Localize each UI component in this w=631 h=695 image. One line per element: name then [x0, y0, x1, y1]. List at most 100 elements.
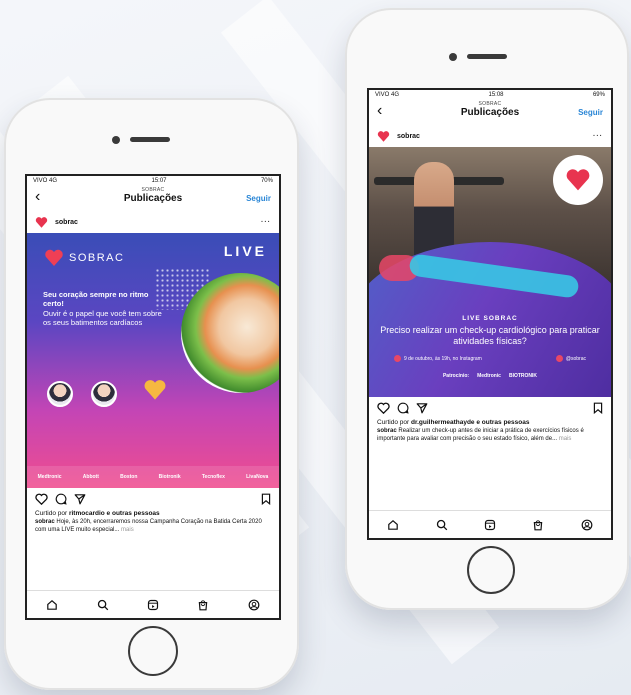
search-icon[interactable]: [436, 519, 448, 531]
liked-by-prefix: Curtido por: [35, 510, 68, 517]
bottom-tab-bar: [369, 510, 611, 538]
sponsor-logo: Medtronic: [477, 373, 501, 379]
right-screen: VIVO 4G 15:08 69% ‹ SOBRAC Publicações S…: [367, 88, 613, 540]
speaker-avatar: [91, 381, 117, 407]
liked-by-suffix[interactable]: e outras pessoas: [476, 419, 529, 426]
caption-more-link[interactable]: mais: [121, 527, 134, 533]
caption-text: Hoje, às 20h, encerraremos nossa Campanh…: [35, 519, 262, 533]
sobrac-badge: [553, 155, 603, 205]
shop-icon[interactable]: [532, 519, 544, 531]
account-name[interactable]: sobrac: [55, 219, 78, 226]
heart-logo-icon: [45, 249, 63, 266]
save-icon[interactable]: [593, 402, 603, 414]
follow-button[interactable]: Seguir: [578, 108, 603, 117]
post-author-row: sobrac ···: [27, 211, 279, 233]
live-label: LIVE SOBRAC: [462, 315, 518, 322]
instagram-icon: [394, 355, 401, 362]
headline-body: Ouvir é o papel que você tem sobre os se…: [43, 308, 162, 328]
profile-icon[interactable]: [248, 599, 260, 611]
speaker-grille: [467, 54, 507, 59]
like-icon[interactable]: [35, 493, 48, 505]
carrier-label: VIVO 4G: [375, 92, 400, 98]
heart-logo-icon[interactable]: [35, 216, 48, 229]
page-title: Publicações: [123, 193, 183, 204]
status-bar: VIVO 4G 15:07 70%: [27, 176, 279, 185]
shop-icon[interactable]: [197, 599, 209, 611]
caption-text: Realizar um check-up antes de iniciar a …: [377, 428, 584, 442]
reels-icon[interactable]: [147, 599, 159, 611]
back-icon[interactable]: ‹: [35, 189, 40, 205]
follow-button[interactable]: Seguir: [246, 194, 271, 203]
post-image[interactable]: SOBRAC LIVE Seu coração sempre no ritmo …: [27, 233, 279, 488]
save-icon[interactable]: [261, 493, 271, 505]
liked-by-user[interactable]: dr.guilhermeathayde: [411, 419, 475, 426]
header-subtitle: SOBRAC: [478, 101, 502, 107]
liked-by-user[interactable]: ritmocardio: [69, 510, 105, 517]
post-actions: [369, 397, 611, 419]
sponsor-logo: Biotronik: [158, 474, 181, 480]
speaker-grille: [130, 137, 170, 142]
nav-header: ‹ SOBRAC Publicações Seguir: [369, 99, 611, 125]
search-icon[interactable]: [97, 599, 109, 611]
profile-icon[interactable]: [581, 519, 593, 531]
battery-label: 70%: [260, 178, 273, 184]
page-title: Publicações: [460, 107, 520, 118]
liked-by: Curtido por dr.guilhermeathayde e outras…: [369, 419, 611, 426]
nav-header: ‹ SOBRAC Publicações Seguir: [27, 185, 279, 211]
left-phone: VIVO 4G 15:07 70% ‹ SOBRAC Publicações S…: [4, 98, 299, 690]
event-handle: @sobrac: [555, 355, 586, 362]
event-date-text: 9 de outubro, às 19h, no Instagram: [404, 355, 482, 362]
caption-user[interactable]: sobrac: [377, 428, 397, 434]
sponsor-logo: Abbott: [82, 474, 99, 480]
comment-icon[interactable]: [397, 402, 409, 414]
share-icon[interactable]: [74, 493, 86, 505]
right-phone: VIVO 4G 15:08 69% ‹ SOBRAC Publicações S…: [345, 8, 629, 610]
more-icon[interactable]: ···: [261, 219, 271, 226]
left-screen: VIVO 4G 15:07 70% ‹ SOBRAC Publicações S…: [25, 174, 281, 620]
post-actions: [27, 488, 279, 510]
headline-bold: Seu coração sempre no ritmo certo!: [43, 290, 149, 309]
home-icon[interactable]: [46, 599, 58, 611]
event-date: 9 de outubro, às 19h, no Instagram: [394, 355, 482, 362]
heart-logo-icon: [566, 169, 590, 191]
carrier-label: VIVO 4G: [33, 178, 58, 184]
caption-user[interactable]: sobrac: [35, 519, 55, 525]
heart-logo-icon[interactable]: [377, 130, 390, 143]
sponsor-strip: Medtronic Abbott Boston Biotronik Tecnof…: [27, 466, 279, 488]
liked-by: Curtido por ritmocardio e outras pessoas: [27, 510, 279, 517]
share-icon[interactable]: [416, 402, 428, 414]
status-bar: VIVO 4G 15:08 69%: [369, 90, 611, 99]
battery-label: 69%: [592, 92, 605, 98]
event-handle-text: @sobrac: [565, 355, 586, 362]
home-button[interactable]: [128, 626, 178, 676]
more-icon[interactable]: ···: [593, 133, 603, 140]
caption-more-link[interactable]: mais: [559, 436, 572, 442]
post-author-row: sobrac ···: [369, 125, 611, 147]
logo-text: SOBRAC: [69, 252, 125, 264]
like-icon[interactable]: [377, 402, 390, 414]
header-subtitle: SOBRAC: [141, 187, 165, 193]
sponsor-strip: Patrocínio: Medtronic BIOTRONIK: [369, 373, 611, 379]
liked-by-suffix[interactable]: e outras pessoas: [107, 510, 160, 517]
post-caption: sobrac Realizar um check-up antes de ini…: [369, 426, 611, 444]
post-image[interactable]: LIVE SOBRAC Preciso realizar um check-up…: [369, 147, 611, 397]
front-camera: [449, 53, 457, 61]
event-meta: 9 de outubro, às 19h, no Instagram @sobr…: [394, 355, 586, 362]
speaker-avatar: [47, 381, 73, 407]
home-icon[interactable]: [387, 519, 399, 531]
sponsor-logo: Medtronic: [37, 474, 62, 480]
post-question: Preciso realizar um check-up cardiológic…: [380, 325, 600, 346]
sponsor-label: Patrocínio:: [442, 373, 470, 379]
instagram-icon: [555, 355, 563, 362]
campaign-heart-icon: [144, 380, 166, 400]
clock: 15:08: [488, 92, 504, 98]
back-icon[interactable]: ‹: [377, 103, 382, 119]
sponsor-logo: LivaNova: [246, 474, 269, 480]
reels-icon[interactable]: [484, 519, 496, 531]
account-name[interactable]: sobrac: [397, 133, 420, 140]
home-button[interactable]: [467, 546, 515, 594]
clock: 15:07: [151, 178, 167, 184]
sponsor-logo: Tecnoflex: [201, 474, 225, 480]
comment-icon[interactable]: [55, 493, 67, 505]
live-label: LIVE: [223, 243, 267, 259]
